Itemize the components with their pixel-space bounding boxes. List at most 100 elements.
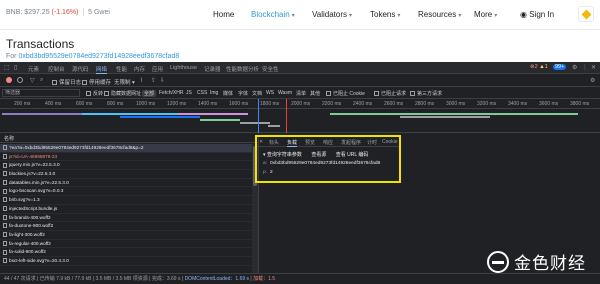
nav-tokens[interactable]: Tokens ▾ — [370, 10, 400, 19]
filter-doc[interactable]: 文档 — [252, 90, 262, 97]
filter-ws[interactable]: WS — [266, 90, 274, 96]
watermark: 金色财经 — [487, 249, 586, 274]
tab-timing[interactable]: 计时 — [367, 139, 377, 146]
request-row[interactable]: fa-brands-400.woff2 — [0, 214, 252, 223]
load-marker — [286, 99, 287, 133]
record-icon[interactable] — [6, 77, 12, 83]
issues-badge[interactable]: 99+ — [553, 64, 567, 70]
clear-icon[interactable] — [17, 77, 23, 83]
filter-other[interactable]: 其他 — [310, 90, 320, 97]
checkbox-icon — [104, 91, 109, 97]
tick-label: 1800 ms — [260, 101, 280, 107]
tab-memory[interactable]: 内存 — [134, 65, 145, 73]
wifi-icon[interactable]: ⌇ — [140, 77, 143, 84]
request-row[interactable]: fa-solid-900.woff2 — [0, 248, 252, 257]
nav-more[interactable]: More ▾ — [474, 10, 497, 19]
tab-initiator[interactable]: 发起程序 — [341, 139, 361, 146]
hide-data-urls-checkbox[interactable]: 隐藏数据网址 — [104, 90, 141, 97]
tab-cookies[interactable]: Cookie — [382, 139, 398, 145]
request-detail-panel: ✕ 标头 负载 预览 响应 发起程序 计时 Cookie ▾ 查询字符串参数 查… — [255, 135, 401, 183]
close-icon[interactable]: ✕ — [591, 64, 596, 71]
inspect-icon[interactable]: ⬚ — [4, 64, 10, 71]
import-icon[interactable]: ⇪ — [151, 77, 156, 84]
tab-lighthouse[interactable]: Lighthouse — [170, 65, 197, 71]
request-row[interactable]: fa-duotone-900.woff2 — [0, 222, 252, 231]
address-link[interactable]: 0xbd3bd95529e0784ed9273fd14928eedf3678cf… — [18, 53, 179, 60]
settings-gear-icon[interactable]: ⚙ — [572, 64, 577, 71]
request-row[interactable]: blockies.js?v=22.5.3.0 — [0, 170, 252, 179]
waterfall-bar — [240, 122, 270, 124]
device-toolbar-icon[interactable]: ▯ — [14, 64, 17, 71]
filter-manifest[interactable]: 清单 — [296, 90, 306, 97]
sign-in-link[interactable]: ◉ Sign In — [520, 10, 554, 19]
request-row[interactable]: jquery.min.js?v=22.5.3.0 — [0, 161, 252, 171]
request-list-header[interactable]: 名称 — [0, 135, 258, 143]
search-icon[interactable]: ⌕ — [40, 77, 43, 84]
file-icon — [3, 223, 7, 229]
request-row[interactable]: datatables.min.js?v=22.5.3.0 — [0, 179, 252, 188]
tab-application[interactable]: 应用 — [152, 65, 163, 73]
request-row[interactable]: bnb.svg?v=1.3 — [0, 196, 252, 205]
close-icon[interactable]: ✕ — [259, 139, 263, 145]
waterfall-bar — [82, 113, 178, 115]
view-decoded-link[interactable]: 查看 URL 编码 — [336, 152, 369, 158]
nav-blockchain[interactable]: Blockchain ▾ — [251, 10, 295, 19]
filter-fetch-xhr[interactable]: Fetch/XHR — [159, 90, 183, 96]
tab-security[interactable]: 安全性 — [262, 65, 279, 73]
blocked-requests-checkbox[interactable]: 已阻止请求 — [374, 90, 406, 97]
request-row[interactable]: injectedScript.bundle.js — [0, 205, 252, 214]
request-row[interactable]: bscI-left-side.svg?v=20.4.3.0 — [0, 257, 252, 266]
filter-input[interactable]: 筛选器 — [2, 89, 80, 97]
error-count-badge[interactable]: ⊗2 ▲1 — [530, 64, 548, 70]
tab-payload[interactable]: 负载 — [287, 139, 298, 147]
invert-checkbox[interactable]: 反转 — [86, 90, 103, 97]
preserve-log-label: 保留日志 — [59, 80, 82, 86]
export-icon[interactable]: ⇩ — [160, 77, 165, 84]
tab-headers[interactable]: 标头 — [269, 139, 279, 146]
filter-js[interactable]: JS — [186, 90, 192, 96]
request-name: fa-brands-400.woff2 — [9, 214, 51, 220]
view-source-link[interactable]: 查看源 — [311, 152, 326, 158]
tick-label: 800 ms — [107, 101, 124, 107]
tab-preview[interactable]: 预览 — [305, 139, 315, 146]
filter-img[interactable]: Img — [210, 90, 218, 96]
blocked-cookies-checkbox[interactable]: 已阻止 Cookie — [326, 90, 365, 97]
nav-home[interactable]: Home — [213, 10, 234, 19]
address-line: For 0xbd3bd95529e0784ed9273fd14928eedf36… — [6, 53, 179, 60]
filter-wasm[interactable]: Wasm — [278, 90, 292, 96]
filter-css[interactable]: CSS — [197, 90, 207, 96]
tab-console[interactable]: 控制台 — [48, 65, 65, 73]
request-row[interactable]: fa-regular-400.woff2 — [0, 240, 252, 249]
tick-label: 2000 ms — [291, 101, 311, 107]
nav-validators[interactable]: Validators ▾ — [312, 10, 352, 19]
request-row[interactable]: logo-bscscan.svg?v=0.0.3 — [0, 187, 252, 197]
preserve-log-checkbox[interactable]: 保留日志 — [52, 78, 81, 86]
filter-icon[interactable]: ▽ — [30, 77, 35, 84]
third-party-checkbox[interactable]: 第三方请求 — [410, 90, 442, 97]
filter-font[interactable]: 字体 — [238, 90, 248, 97]
waterfall-bar — [200, 119, 240, 121]
request-row[interactable]: ?ea?a=0xbd3bd95529e0784ed9273fd14928eedf… — [0, 144, 252, 153]
request-row[interactable]: js?id=UA-46998878-23 — [0, 153, 252, 162]
nav-resources[interactable]: Resources ▾ — [418, 10, 461, 19]
tab-recorder[interactable]: 记录器 — [204, 65, 221, 73]
tab-sources[interactable]: 源代码 — [72, 65, 89, 73]
network-settings-icon[interactable]: ⚙ — [590, 77, 595, 84]
tick-label: 200 ms — [14, 101, 31, 107]
more-menu-icon[interactable]: ⋮ — [582, 64, 588, 71]
finish-time: 完成：3.69 s — [151, 276, 181, 282]
tab-elements[interactable]: 元素 — [28, 65, 39, 73]
tab-performance-insights[interactable]: 性能数据分析 — [226, 65, 259, 73]
for-label: For — [6, 53, 17, 60]
bnb-logo-icon[interactable] — [578, 6, 594, 22]
tick-label: 1200 ms — [167, 101, 187, 107]
throttle-select[interactable]: 无限制 ▾ — [114, 78, 135, 86]
filter-media[interactable]: 媒体 — [223, 90, 233, 97]
tab-network[interactable]: 网络 — [96, 65, 108, 74]
filter-all[interactable]: 全部 — [142, 90, 157, 97]
tab-performance[interactable]: 性能 — [116, 65, 127, 73]
disable-cache-checkbox[interactable]: 停用缓存 — [82, 78, 111, 86]
network-overview-waterfall[interactable] — [0, 109, 600, 133]
tab-response[interactable]: 响应 — [323, 139, 333, 146]
request-row[interactable]: fa-light-300.woff2 — [0, 231, 252, 240]
